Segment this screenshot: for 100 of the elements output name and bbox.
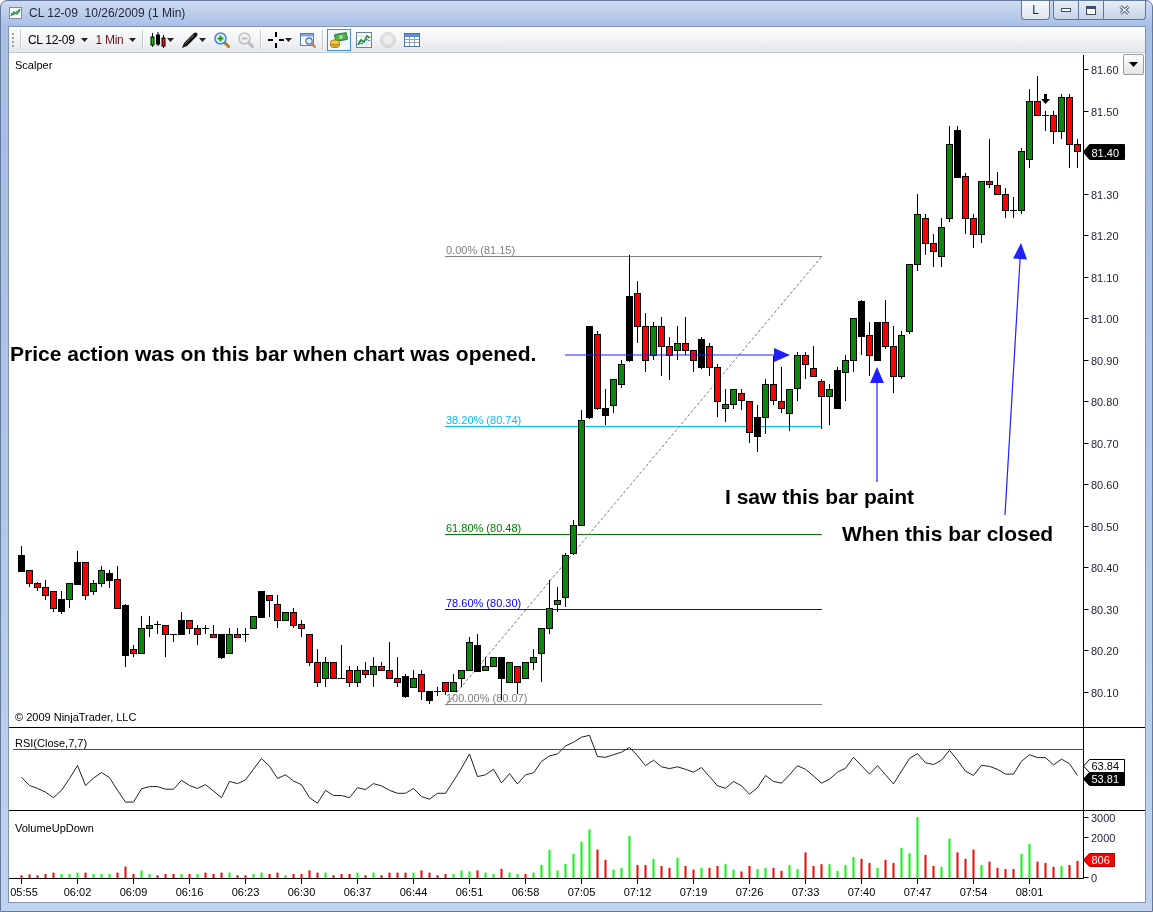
- volume-axis-label: 2000: [1091, 831, 1116, 844]
- volume-bar: [300, 874, 303, 878]
- volume-bar: [348, 874, 351, 878]
- link-button[interactable]: L: [1021, 1, 1050, 20]
- rsi-value-tag: 53.81: [1083, 772, 1125, 786]
- volume-bar: [692, 869, 695, 878]
- volume-bar: [292, 874, 295, 878]
- price-axis-label: 80.70: [1091, 437, 1119, 450]
- volume-bar: [172, 874, 175, 878]
- candlestick-icon[interactable]: [150, 31, 167, 48]
- volume-bar: [980, 865, 983, 878]
- volume-bar: [924, 855, 927, 878]
- volume-bar: [852, 857, 855, 878]
- volume-bar: [668, 867, 671, 878]
- volume-bar: [316, 872, 319, 878]
- volume-bar: [92, 874, 95, 878]
- volume-bar: [956, 852, 959, 878]
- volume-bar: [580, 841, 583, 878]
- volume-bar: [52, 872, 55, 878]
- window-title: CL 12-09 10/26/2009 (1 Min): [29, 6, 186, 21]
- volume-bar: [676, 858, 679, 878]
- volume-bar: [428, 872, 431, 878]
- volume-bar: [684, 866, 687, 878]
- time-axis-label: 07:33: [791, 886, 820, 898]
- indicator-label: Scalper: [15, 59, 53, 71]
- caret-icon: [199, 37, 207, 42]
- time-axis-label: 06:09: [119, 886, 148, 898]
- volume-bar: [188, 874, 191, 878]
- volume-bar: [700, 867, 703, 878]
- maximize-button[interactable]: [1079, 1, 1104, 20]
- pen-icon[interactable]: [182, 31, 199, 48]
- maximize-icon[interactable]: [1086, 5, 1096, 15]
- volume-bar: [884, 859, 887, 878]
- fibonacci-label: 0.00% (81.15): [446, 243, 516, 256]
- volume-axis-label: 0: [1091, 871, 1098, 884]
- volume-bar: [788, 865, 791, 878]
- price-axis-label: 80.10: [1091, 686, 1119, 699]
- volume-bar: [1028, 844, 1031, 878]
- volume-bar: [564, 864, 567, 878]
- volume-bar: [380, 875, 383, 878]
- volume-bar: [396, 872, 399, 878]
- volume-bar: [284, 875, 287, 878]
- volume-bar: [444, 874, 447, 878]
- volume-bar: [76, 872, 79, 878]
- panel-menu-button[interactable]: [1123, 54, 1144, 75]
- close-button[interactable]: [1104, 1, 1146, 20]
- price-axis-label: 80.60: [1091, 478, 1119, 491]
- time-axis-label: 07:40: [847, 886, 876, 898]
- crosshair-icon[interactable]: [268, 31, 285, 48]
- volume-bar: [572, 854, 575, 878]
- volume-bar: [644, 865, 647, 878]
- last-price-tag: 81.40: [1083, 144, 1125, 160]
- volume-bar: [220, 872, 223, 878]
- volume-bar: [372, 872, 375, 878]
- volume-bar: [36, 875, 39, 878]
- volume-bar: [1020, 854, 1023, 878]
- volume-bar: [1052, 866, 1055, 878]
- volume-bar: [20, 875, 23, 878]
- volume-bar: [932, 866, 935, 878]
- volume-bar: [796, 869, 799, 878]
- volume-bar: [436, 875, 439, 878]
- volume-bar: [556, 870, 559, 878]
- time-axis-label: 06:30: [287, 886, 316, 898]
- minimize-button[interactable]: [1053, 1, 1079, 20]
- annotation-text: I saw this bar paint: [725, 485, 915, 508]
- volume-bar: [516, 874, 519, 878]
- volume-bar: [620, 867, 623, 878]
- minimize-icon[interactable]: [1061, 8, 1071, 12]
- volume-bar: [116, 872, 119, 878]
- close-icon[interactable]: [1119, 5, 1130, 15]
- caret-icon: [167, 37, 175, 42]
- instrument-dropdown[interactable]: CL 12-09: [24, 28, 92, 51]
- volume-bar: [732, 869, 735, 878]
- volume-bar: [500, 868, 503, 878]
- volume-bar: [524, 874, 527, 878]
- fibonacci-label: 100.00% (80.07): [446, 691, 528, 704]
- volume-bar: [228, 872, 231, 878]
- volume-bar: [460, 870, 463, 878]
- volume-bar: [780, 870, 783, 878]
- time-axis-label: 06:37: [343, 886, 372, 898]
- volume-bar: [972, 849, 975, 878]
- volume-bar: [492, 874, 495, 878]
- volume-bar: [332, 875, 335, 878]
- volume-bar: [1076, 860, 1079, 878]
- annotation-text: Price action was on this bar when chart was opened.: [10, 342, 537, 365]
- volume-bar: [996, 867, 999, 878]
- volume-axis-label: 3000: [1091, 811, 1116, 824]
- fibonacci-label: 61.80% (80.48): [446, 521, 522, 534]
- volume-bar: [252, 874, 255, 878]
- volume-bar: [716, 866, 719, 878]
- volume-bar: [812, 866, 815, 878]
- price-axis-label: 81.00: [1091, 312, 1119, 325]
- fibonacci-label: 78.60% (80.30): [446, 596, 522, 609]
- volume-bar: [876, 867, 879, 878]
- time-axis-label: 07:05: [567, 886, 596, 898]
- price-axis-label: 81.10: [1091, 271, 1119, 284]
- interval-dropdown[interactable]: 1 Min: [91, 28, 141, 51]
- price-axis-label: 81.30: [1091, 188, 1119, 201]
- time-axis-label: 07:26: [735, 886, 764, 898]
- time-axis-label: 06:51: [455, 886, 484, 898]
